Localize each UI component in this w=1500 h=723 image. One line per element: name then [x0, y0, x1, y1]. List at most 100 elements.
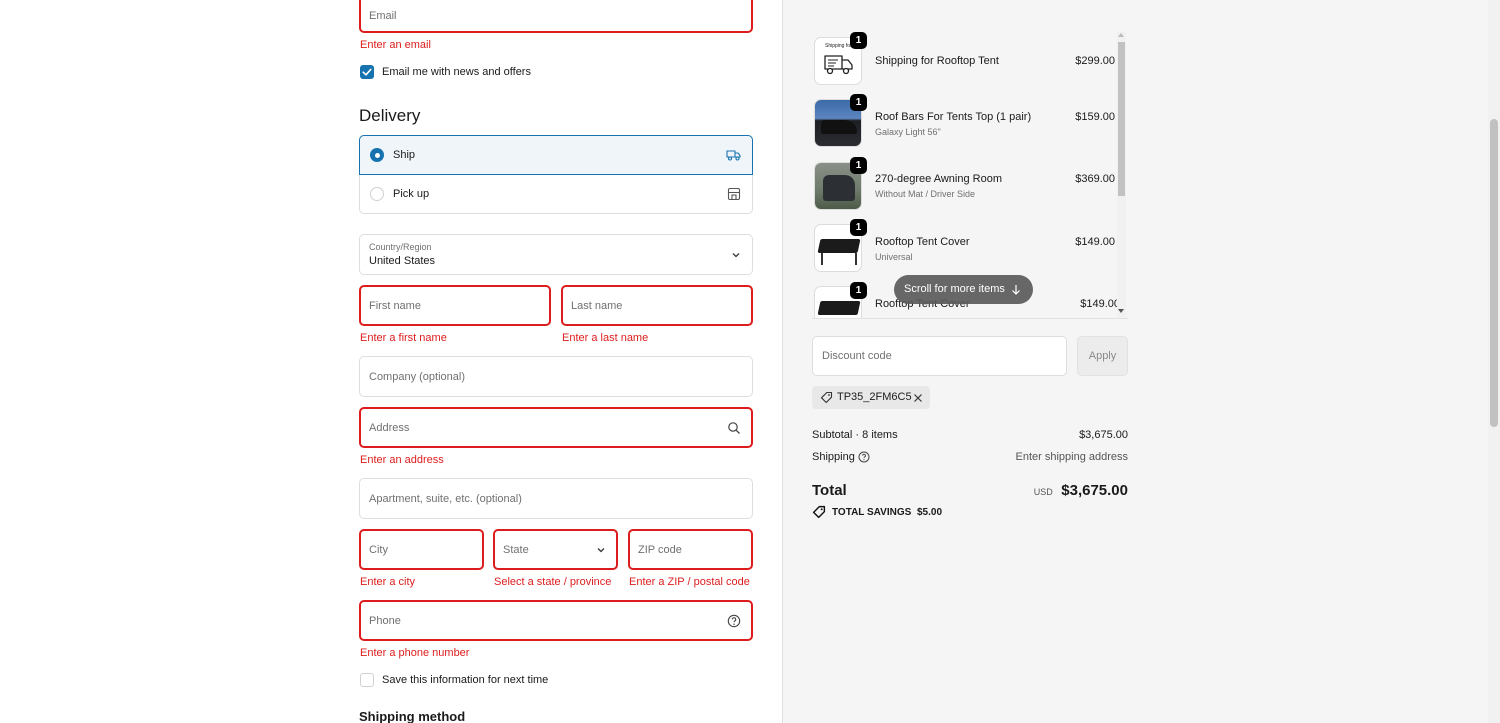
country-label: Country/Region: [369, 242, 432, 252]
city-placeholder: City: [369, 543, 388, 556]
shipping-method-heading: Shipping method: [359, 709, 466, 723]
email-field[interactable]: Email: [359, 0, 753, 33]
currency-label: USD: [1033, 487, 1053, 497]
scroll-hint-label: Scroll for more items: [904, 283, 1005, 295]
quantity-badge: 1: [850, 94, 867, 111]
delivery-heading: Delivery: [359, 106, 421, 125]
subtotal-value: $3,675.00: [1079, 429, 1128, 441]
pickup-label: Pick up: [393, 188, 430, 200]
address-error: Enter an address: [360, 454, 444, 466]
email-error: Enter an email: [360, 39, 431, 51]
item-variant: Galaxy Light 56": [875, 127, 941, 137]
state-error: Select a state / province: [494, 576, 612, 588]
items-scrollbar-thumb[interactable]: [1118, 42, 1125, 196]
phone-error: Enter a phone number: [360, 647, 470, 659]
last-name-field[interactable]: Last name: [561, 285, 753, 326]
shipping-value: Enter shipping address: [1015, 451, 1128, 463]
apartment-field[interactable]: Apartment, suite, etc. (optional): [359, 478, 753, 519]
newsletter-label: Email me with news and offers: [382, 66, 531, 78]
address-placeholder: Address: [369, 421, 410, 434]
total-value: $3,675.00: [1061, 482, 1128, 499]
savings-value: $5.00: [917, 507, 943, 518]
items-scroll-up-arrow[interactable]: [1118, 33, 1124, 37]
item-price: $159.00: [1075, 111, 1115, 123]
item-name: Shipping for Rooftop Tent: [875, 55, 999, 67]
store-icon: [727, 187, 741, 201]
city-error: Enter a city: [360, 576, 416, 588]
items-scrollbar[interactable]: [1117, 32, 1126, 318]
delivery-option-pickup[interactable]: Pick up: [359, 175, 753, 214]
country-select[interactable]: Country/Region United States: [359, 234, 753, 275]
close-icon[interactable]: [913, 393, 923, 403]
item-variant: Universal: [875, 252, 913, 262]
last-name-error: Enter a last name: [562, 332, 649, 344]
truck-icon: [726, 150, 741, 161]
thumb-label: Shipping for: [825, 43, 852, 49]
zip-field[interactable]: ZIP code: [628, 529, 753, 570]
savings-tag-icon: [812, 505, 826, 519]
address-field[interactable]: Address: [359, 407, 753, 448]
tag-icon: [820, 391, 833, 404]
country-value: United States: [369, 255, 436, 267]
quantity-badge: 1: [850, 32, 867, 49]
item-price: $299.00: [1075, 55, 1115, 67]
chevron-down-icon: [732, 253, 740, 258]
chevron-down-icon: [597, 548, 605, 553]
save-info-checkbox[interactable]: [360, 673, 374, 687]
quantity-badge: 1: [850, 157, 867, 174]
delivery-option-ship[interactable]: Ship: [359, 135, 753, 175]
ship-radio[interactable]: [370, 148, 384, 162]
search-icon[interactable]: [727, 421, 741, 435]
items-divider: [812, 318, 1128, 319]
phone-placeholder: Phone: [369, 614, 401, 627]
page-scrollbar-thumb[interactable]: [1490, 119, 1498, 427]
company-placeholder: Company (optional): [369, 370, 465, 383]
state-placeholder: State: [503, 543, 529, 556]
shipping-truck-icon: [824, 55, 853, 75]
item-name: Rooftop Tent Cover: [875, 236, 970, 248]
item-price: $369.00: [1075, 173, 1115, 185]
first-name-error: Enter a first name: [360, 332, 447, 344]
page-scrollbar[interactable]: [1488, 0, 1500, 723]
pickup-radio[interactable]: [370, 187, 384, 201]
shipping-label: Shipping: [812, 451, 855, 463]
first-name-placeholder: First name: [369, 299, 421, 312]
item-name: Roof Bars For Tents Top (1 pair): [875, 111, 1032, 123]
scroll-hint-pill[interactable]: Scroll for more items: [894, 275, 1033, 304]
discount-placeholder: Discount code: [822, 350, 892, 362]
checkout-form: Email Enter an email Email me with news …: [0, 0, 782, 723]
total-label: Total: [812, 482, 847, 499]
items-scroll-down-arrow[interactable]: [1118, 309, 1124, 313]
apply-label: Apply: [1088, 350, 1117, 362]
tent-cover-image: [817, 239, 861, 253]
discount-code-field[interactable]: Discount code: [812, 336, 1067, 376]
item-name: 270-degree Awning Room: [875, 173, 1002, 185]
quantity-badge: 1: [850, 219, 867, 236]
save-info-label: Save this information for next time: [382, 674, 549, 686]
item-price: $149.00: [1080, 298, 1120, 310]
city-field[interactable]: City: [359, 529, 484, 570]
last-name-placeholder: Last name: [571, 299, 623, 312]
help-icon[interactable]: [858, 451, 870, 463]
item-variant: Without Mat / Driver Side: [875, 189, 976, 199]
ship-label: Ship: [393, 149, 416, 161]
item-price: $149.00: [1075, 236, 1115, 248]
help-icon[interactable]: [727, 614, 741, 628]
arrow-down-icon: [1012, 285, 1020, 295]
apply-button[interactable]: Apply: [1077, 336, 1128, 376]
subtotal-label: Subtotal · 8 items: [812, 429, 898, 441]
zip-placeholder: ZIP code: [638, 543, 682, 556]
quantity-badge: 1: [850, 282, 867, 299]
zip-error: Enter a ZIP / postal code: [629, 576, 750, 588]
checkmark-icon: [362, 68, 372, 76]
total-amount: USD $3,675.00: [1034, 482, 1128, 500]
phone-field[interactable]: Phone: [359, 600, 753, 641]
state-select[interactable]: State: [493, 529, 618, 570]
email-placeholder: Email: [369, 10, 397, 23]
applied-code-label: TP35_2FM6C5: [837, 391, 912, 403]
newsletter-checkbox[interactable]: [360, 65, 374, 79]
first-name-field[interactable]: First name: [359, 285, 551, 326]
applied-discount-tag: TP35_2FM6C5: [812, 386, 930, 409]
company-field[interactable]: Company (optional): [359, 356, 753, 397]
savings-label: TOTAL SAVINGS: [832, 507, 912, 518]
